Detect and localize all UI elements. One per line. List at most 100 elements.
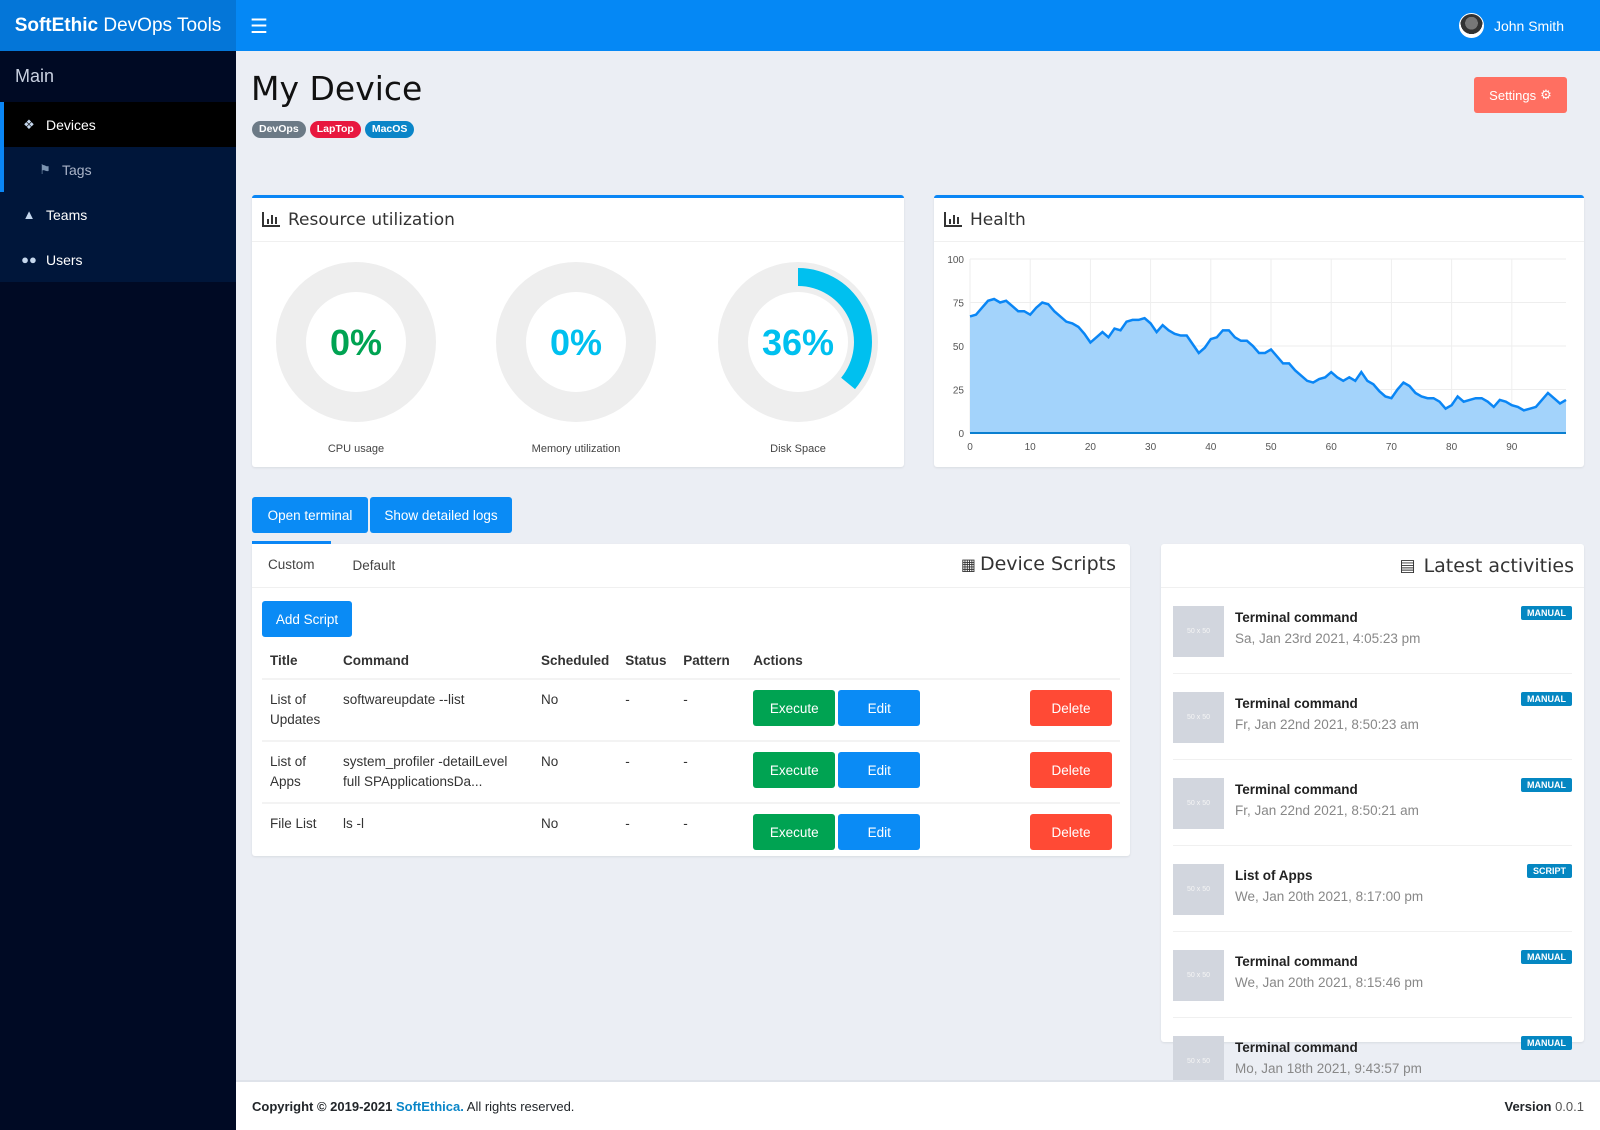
edit-button[interactable]: Edit bbox=[838, 814, 921, 850]
y-tick-label: 25 bbox=[953, 386, 965, 397]
x-tick-label: 80 bbox=[1446, 442, 1458, 453]
settings-button[interactable]: Settings ⚙ bbox=[1474, 77, 1567, 113]
tags-icon: ⚑ bbox=[39, 161, 51, 177]
gear-icon: ⚙ bbox=[1540, 87, 1552, 102]
script-command: system_profiler -detailLevel full SPAppl… bbox=[335, 740, 533, 803]
delete-button[interactable]: Delete bbox=[1030, 690, 1112, 726]
sidebar-item-tags[interactable]: ⚑ Tags bbox=[0, 147, 236, 192]
sidebar-item-label: Devices bbox=[46, 116, 96, 133]
open-terminal-button[interactable]: Open terminal bbox=[252, 497, 368, 533]
activity-title: Terminal command bbox=[1235, 696, 1358, 711]
script-status: - bbox=[617, 802, 676, 858]
activity-type-badge: MANUAL bbox=[1521, 1036, 1572, 1050]
tab-default[interactable]: Default bbox=[331, 544, 412, 587]
edit-button[interactable]: Edit bbox=[838, 690, 921, 726]
settings-label: Settings bbox=[1489, 87, 1537, 103]
x-tick-label: 10 bbox=[1025, 442, 1037, 453]
x-tick-label: 50 bbox=[1265, 442, 1277, 453]
sidebar-item-users[interactable]: ●● Users bbox=[0, 237, 236, 282]
tag-badge-devops[interactable]: DevOps bbox=[252, 121, 306, 138]
activity-title: List of Apps bbox=[1235, 868, 1313, 883]
x-tick-label: 30 bbox=[1145, 442, 1157, 453]
sitemap-icon: ▲ bbox=[22, 207, 36, 222]
health-card: Health 0 25 50 75 100 0 10 20 30 40 50 60 70 80 90 bbox=[934, 195, 1584, 467]
activity-thumbnail: 50 x 50 bbox=[1173, 606, 1224, 657]
copyright: Copyright © 2019-2021 SoftEthica. All ri… bbox=[252, 1099, 574, 1114]
company-link[interactable]: SoftEthica. bbox=[396, 1099, 464, 1114]
delete-button[interactable]: Delete bbox=[1030, 752, 1112, 788]
col-command: Command bbox=[343, 653, 410, 668]
health-area bbox=[970, 299, 1566, 433]
script-actions: Execute Edit Delete bbox=[745, 678, 1120, 741]
script-status: - bbox=[617, 740, 676, 803]
y-tick-label: 0 bbox=[958, 429, 964, 440]
script-title: List of Apps bbox=[262, 740, 335, 803]
activity-item[interactable]: 50 x 50 List of Apps We, Jan 20th 2021, … bbox=[1173, 846, 1572, 932]
x-tick-label: 20 bbox=[1085, 442, 1097, 453]
tab-custom[interactable]: Custom bbox=[252, 541, 331, 587]
activity-title: Terminal command bbox=[1235, 1040, 1358, 1055]
table-row: File List ls -l No - - Execute Edit Delete bbox=[262, 802, 1120, 858]
latest-activities-card: ▤ Latest activities 50 x 50 Terminal com… bbox=[1161, 544, 1584, 1087]
gauge-value: 0% bbox=[330, 322, 382, 363]
execute-button[interactable]: Execute bbox=[753, 690, 836, 726]
cubes-icon: ❖ bbox=[23, 116, 35, 132]
hamburger-menu-icon[interactable]: ☰ bbox=[250, 14, 268, 39]
activity-date: Fr, Jan 22nd 2021, 8:50:21 am bbox=[1235, 803, 1419, 818]
activity-date: We, Jan 20th 2021, 8:15:46 pm bbox=[1235, 975, 1424, 990]
table-row: List of Updates softwareupdate --list No - -… bbox=[262, 678, 1120, 741]
activity-thumbnail: 50 x 50 bbox=[1173, 950, 1224, 1001]
version-number: 0.0.1 bbox=[1551, 1099, 1584, 1114]
x-tick-label: 90 bbox=[1506, 442, 1518, 453]
y-tick-label: 50 bbox=[953, 342, 965, 353]
delete-button[interactable]: Delete bbox=[1030, 814, 1112, 850]
y-tick-label: 75 bbox=[953, 299, 965, 310]
grid-icon: ▦ bbox=[960, 554, 976, 574]
activity-item[interactable]: 50 x 50 Terminal command Sa, Jan 23rd 20… bbox=[1173, 588, 1572, 674]
add-script-button[interactable]: Add Script bbox=[262, 601, 352, 637]
activity-type-badge: MANUAL bbox=[1521, 950, 1572, 964]
col-status: Status bbox=[625, 653, 667, 668]
activity-title: Terminal command bbox=[1235, 782, 1358, 797]
col-actions: Actions bbox=[753, 653, 803, 668]
execute-button[interactable]: Execute bbox=[753, 752, 836, 788]
avatar bbox=[1458, 13, 1484, 38]
sidebar-item-devices[interactable]: ❖ Devices bbox=[0, 102, 236, 147]
rights-text: All rights reserved. bbox=[463, 1099, 575, 1114]
activity-date: Sa, Jan 23rd 2021, 4:05:23 pm bbox=[1235, 631, 1421, 646]
user-menu[interactable]: John Smith bbox=[1458, 13, 1564, 38]
card-header: ▤ Latest activities bbox=[1161, 544, 1584, 588]
activity-item[interactable]: 50 x 50 Terminal command We, Jan 20th 20… bbox=[1173, 932, 1572, 1018]
scripts-title-text: Device Scripts bbox=[979, 553, 1116, 575]
script-scheduled: No bbox=[533, 740, 618, 803]
device-tags: DevOps LapTop MacOS bbox=[252, 121, 415, 138]
script-title: File List bbox=[262, 802, 335, 858]
brand-logo[interactable]: SoftEthic DevOps Tools bbox=[0, 0, 236, 51]
footer: Copyright © 2019-2021 SoftEthica. All ri… bbox=[236, 1080, 1600, 1130]
activity-item[interactable]: 50 x 50 Terminal command Fr, Jan 22nd 20… bbox=[1173, 674, 1572, 760]
script-pattern: - bbox=[675, 802, 746, 858]
show-detailed-logs-button[interactable]: Show detailed logs bbox=[370, 497, 512, 533]
version-label: Version bbox=[1504, 1099, 1552, 1114]
activity-thumbnail: 50 x 50 bbox=[1173, 692, 1224, 743]
sidebar-item-teams[interactable]: ▲ Teams bbox=[0, 192, 236, 237]
activity-title: Terminal command bbox=[1235, 610, 1358, 625]
gauge-donut: 0% bbox=[276, 262, 436, 422]
col-scheduled: Scheduled bbox=[541, 653, 610, 668]
card-title: Resource utilization bbox=[288, 209, 455, 230]
device-scripts-card: Custom Default ▦ Device Scripts Add Scri… bbox=[252, 541, 1130, 858]
tag-badge-laptop[interactable]: LapTop bbox=[309, 121, 361, 138]
execute-button[interactable]: Execute bbox=[753, 814, 836, 850]
card-header: Health bbox=[934, 198, 1584, 242]
script-command: softwareupdate --list bbox=[335, 678, 533, 741]
activity-thumbnail: 50 x 50 bbox=[1173, 864, 1224, 915]
edit-button[interactable]: Edit bbox=[838, 752, 921, 788]
activity-item[interactable]: 50 x 50 Terminal command Fr, Jan 22nd 20… bbox=[1173, 760, 1572, 846]
gauge-2: 36% Disk Space bbox=[708, 252, 888, 455]
activity-type-badge: MANUAL bbox=[1521, 606, 1572, 620]
list-alt-icon: ▤ bbox=[1399, 555, 1416, 576]
copyright-text: Copyright © 2019-2021 bbox=[252, 1099, 396, 1114]
col-title: Title bbox=[270, 653, 298, 668]
sidebar-item-label: Tags bbox=[62, 161, 92, 178]
tag-badge-macos[interactable]: MacOS bbox=[364, 121, 415, 138]
